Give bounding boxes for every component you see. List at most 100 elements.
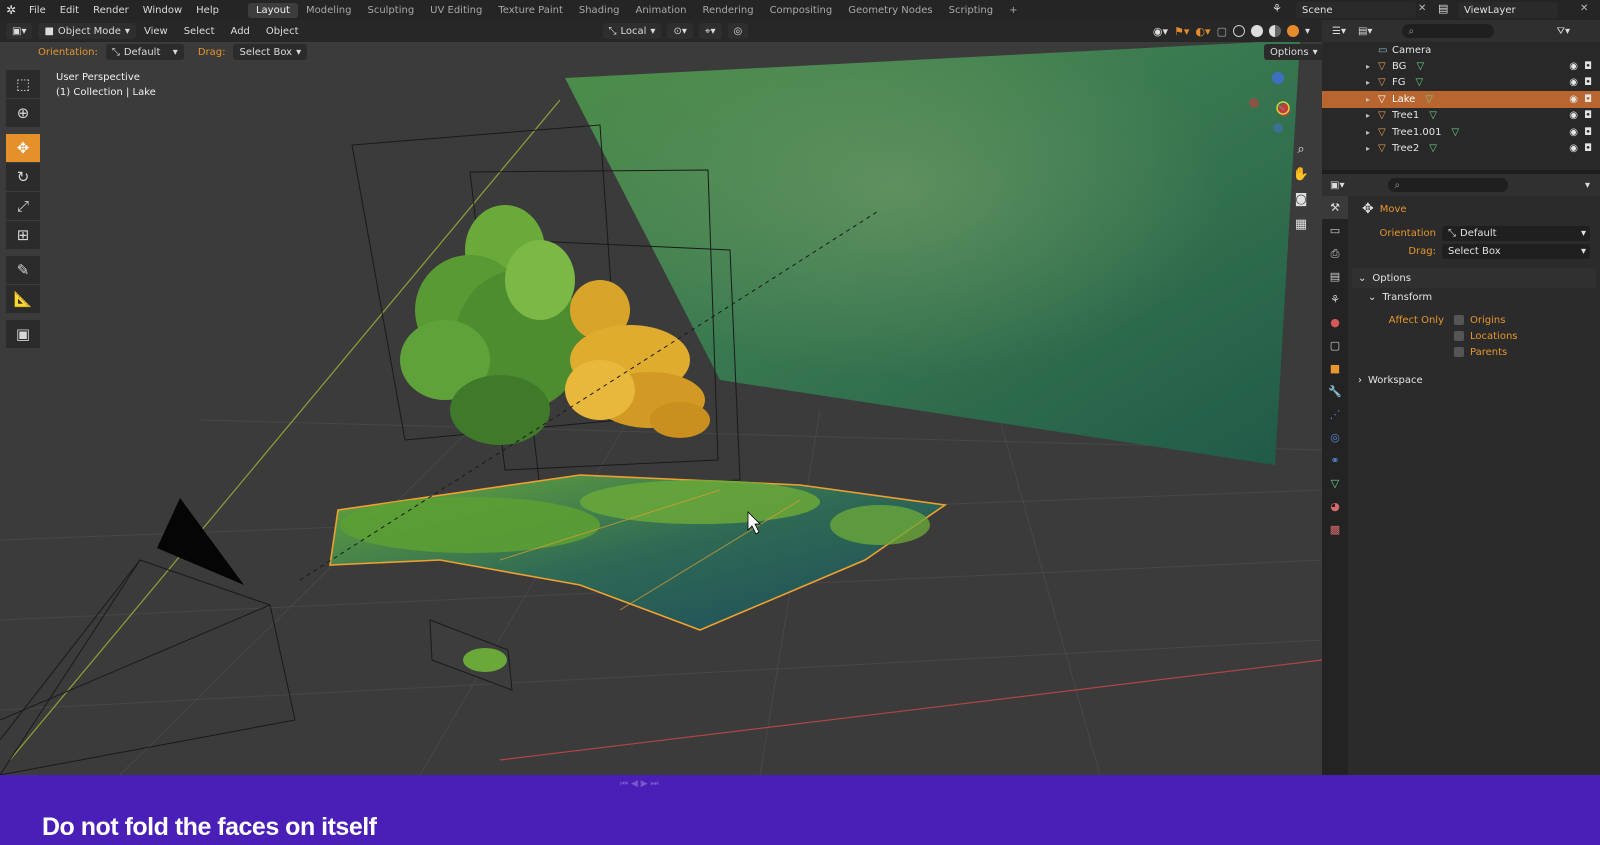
menu-window[interactable]: Window: [136, 5, 189, 16]
object-mode-dropdown[interactable]: ■ Object Mode ▾: [38, 23, 136, 39]
scene-tab-icon[interactable]: ⚘: [1322, 288, 1348, 311]
measure-tool-icon[interactable]: 📐: [6, 285, 40, 313]
view-layer-close-icon[interactable]: ✕: [1580, 3, 1588, 14]
perspective-grid-icon[interactable]: ▦: [1290, 213, 1312, 235]
rotate-tool-icon[interactable]: ↻: [6, 163, 40, 191]
green-tree[interactable]: [400, 205, 585, 445]
menu-help[interactable]: Help: [189, 5, 226, 16]
zoom-icon[interactable]: ⌕: [1290, 138, 1312, 160]
scene-close-icon[interactable]: ✕: [1418, 3, 1426, 14]
render-camera-icon[interactable]: ◘: [1584, 94, 1592, 105]
viewport-scene[interactable]: [0, 20, 1322, 775]
locations-checkbox[interactable]: [1454, 331, 1464, 341]
menu-render[interactable]: Render: [86, 5, 136, 16]
view-layer-selector[interactable]: ViewLayer: [1458, 2, 1558, 18]
expand-arrow-icon[interactable]: ▸: [1366, 128, 1378, 137]
expand-arrow-icon[interactable]: ▸: [1366, 62, 1378, 71]
options-panel-header[interactable]: ⌄ Options: [1352, 268, 1596, 288]
render-camera-icon[interactable]: ◘: [1584, 77, 1592, 88]
origins-checkbox[interactable]: [1454, 315, 1464, 325]
scale-tool-icon[interactable]: ⤢: [6, 192, 40, 220]
tab-layout[interactable]: Layout: [247, 2, 298, 18]
overlay-icon[interactable]: ◐▾: [1195, 25, 1210, 38]
gizmo-icon[interactable]: ⚑▾: [1174, 25, 1189, 38]
render-camera-icon[interactable]: ◘: [1584, 127, 1592, 138]
parents-checkbox[interactable]: [1454, 347, 1464, 357]
visibility-eye-icon[interactable]: ◉: [1569, 143, 1578, 154]
menu-file[interactable]: File: [22, 5, 53, 16]
tab-sculpting[interactable]: Sculpting: [359, 3, 422, 18]
camera-view-icon[interactable]: ◙: [1290, 188, 1312, 210]
visibility-icon[interactable]: ◉▾: [1153, 25, 1168, 38]
render-camera-icon[interactable]: ◘: [1584, 61, 1592, 72]
visibility-eye-icon[interactable]: ◉: [1569, 77, 1578, 88]
options-dropdown[interactable]: Options ▾: [1264, 44, 1322, 60]
tab-geometry-nodes[interactable]: Geometry Nodes: [840, 3, 940, 18]
lake-mesh[interactable]: [329, 474, 948, 631]
view-layer-icon[interactable]: ▤: [1438, 2, 1448, 15]
render-tab-icon[interactable]: ▭: [1322, 219, 1348, 242]
pan-hand-icon[interactable]: ✋: [1290, 163, 1312, 185]
world-tab-icon[interactable]: ●: [1322, 311, 1348, 334]
material-tab-icon[interactable]: ◕: [1322, 495, 1348, 518]
annotate-tool-icon[interactable]: ✎: [6, 256, 40, 284]
data-tab-icon[interactable]: ▽: [1322, 472, 1348, 495]
menu-view[interactable]: View: [136, 26, 176, 37]
proportional-edit-icon[interactable]: ◎: [727, 23, 749, 39]
tab-compositing[interactable]: Compositing: [762, 3, 841, 18]
transform-orientation-dropdown[interactable]: ⤡ Local ▾: [602, 23, 662, 39]
outliner-search-input[interactable]: ⌕: [1402, 24, 1495, 38]
filter-icon[interactable]: ⛛▾: [1557, 26, 1570, 37]
expand-arrow-icon[interactable]: ▸: [1366, 78, 1378, 87]
scene-selector[interactable]: Scene: [1296, 2, 1416, 18]
material-shading-icon[interactable]: [1268, 25, 1281, 37]
outliner-row-tree1[interactable]: ▸ ▽ Tree1 ▽ ◉ ◘: [1322, 108, 1600, 124]
visibility-eye-icon[interactable]: ◉: [1569, 61, 1578, 72]
expand-arrow-icon[interactable]: ▸: [1366, 111, 1378, 120]
move-tool-icon[interactable]: ✥: [6, 134, 40, 162]
properties-editor-icon[interactable]: ▣▾: [1330, 180, 1344, 191]
tab-shading[interactable]: Shading: [571, 3, 628, 18]
visibility-eye-icon[interactable]: ◉: [1569, 127, 1578, 138]
rendered-shading-icon[interactable]: [1286, 25, 1299, 37]
properties-search-input[interactable]: ⌕: [1388, 178, 1509, 192]
workspace-panel-header[interactable]: › Workspace: [1352, 370, 1596, 390]
editor-type-button[interactable]: ▣▾: [6, 23, 33, 39]
outliner-row-tree1-001[interactable]: ▸ ▽ Tree1.001 ▽ ◉ ◘: [1322, 124, 1600, 140]
chevron-down-icon[interactable]: ▾: [1305, 26, 1310, 37]
physics-tab-icon[interactable]: ◎: [1322, 426, 1348, 449]
collection-tab-icon[interactable]: ▢: [1322, 334, 1348, 357]
expand-arrow-icon[interactable]: ▸: [1366, 144, 1378, 153]
expand-arrow-icon[interactable]: ▸: [1366, 95, 1378, 104]
tab-texture-paint[interactable]: Texture Paint: [490, 3, 571, 18]
snap-icon[interactable]: ⌖▾: [698, 23, 722, 39]
render-camera-icon[interactable]: ◘: [1584, 110, 1592, 121]
tool-tab-icon[interactable]: ⚒: [1322, 196, 1348, 219]
modifier-tab-icon[interactable]: 🔧: [1322, 380, 1348, 403]
outliner-row-tree2[interactable]: ▸ ▽ Tree2 ▽ ◉ ◘: [1322, 140, 1600, 156]
solid-shading-icon[interactable]: [1250, 25, 1263, 37]
tab-scripting[interactable]: Scripting: [941, 3, 1001, 18]
pivot-icon[interactable]: ⊙▾: [667, 23, 693, 39]
visibility-eye-icon[interactable]: ◉: [1569, 94, 1578, 105]
menu-edit[interactable]: Edit: [53, 5, 86, 16]
tab-uv-editing[interactable]: UV Editing: [422, 3, 490, 18]
add-workspace-button[interactable]: +: [1001, 3, 1025, 18]
drag-dropdown[interactable]: Select Box ▾: [233, 44, 308, 60]
tab-modeling[interactable]: Modeling: [298, 3, 360, 18]
cursor-tool-icon[interactable]: ⊕: [6, 99, 40, 127]
wireframe-shading-icon[interactable]: [1232, 25, 1245, 37]
transform-tool-icon[interactable]: ⊞: [6, 221, 40, 249]
select-box-tool-icon[interactable]: ⬚: [6, 70, 40, 98]
render-camera-icon[interactable]: ◘: [1584, 143, 1592, 154]
xray-icon[interactable]: ▢: [1217, 25, 1227, 38]
constraints-tab-icon[interactable]: ⚭: [1322, 449, 1348, 472]
chevron-down-icon[interactable]: ▾: [1585, 180, 1590, 191]
menu-object[interactable]: Object: [258, 26, 307, 37]
tab-rendering[interactable]: Rendering: [694, 3, 761, 18]
3d-viewport[interactable]: ▣▾ ■ Object Mode ▾ View Select Add Objec…: [0, 20, 1322, 775]
menu-add[interactable]: Add: [223, 26, 258, 37]
view-layer-tab-icon[interactable]: ▤: [1322, 265, 1348, 288]
orientation-dropdown[interactable]: ⤡ Default ▾: [105, 44, 184, 60]
orientation-dropdown[interactable]: ⤡ Default ▾: [1442, 225, 1590, 241]
